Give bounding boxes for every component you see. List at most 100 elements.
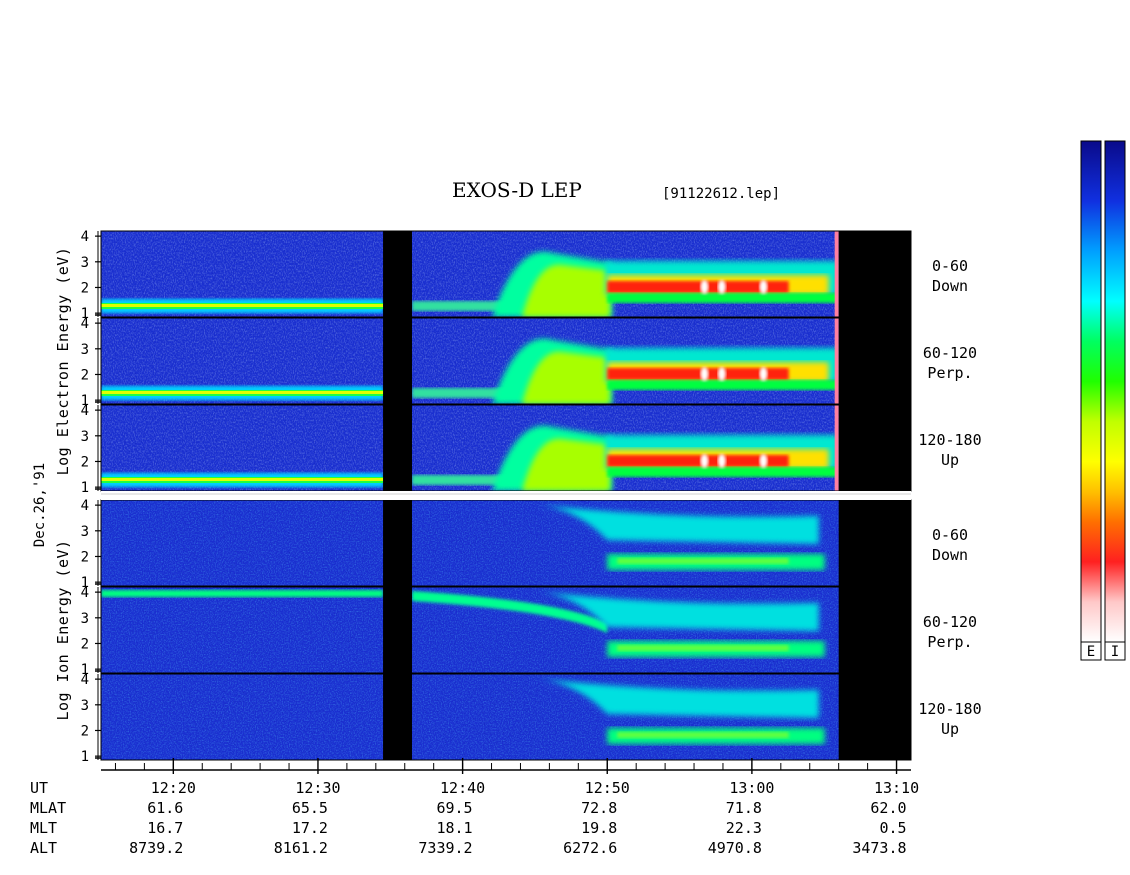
ephemeris-value: 17.2 — [292, 819, 328, 837]
ephemeris-value: 22.3 — [726, 819, 762, 837]
data-gap — [383, 500, 412, 586]
y-tick-label: 1 — [81, 480, 89, 496]
colorbar-i — [1104, 140, 1126, 643]
x-tick-label: 12:50 — [585, 779, 630, 797]
electron-panel-1 — [100, 230, 912, 318]
y-axis-label: Log Electron Energy (eV) — [54, 247, 72, 476]
ephemeris-value: 0.5 — [879, 819, 906, 837]
spectrogram-chart: 12340-60Down123460-120Perp.1234120-180Up… — [30, 140, 1126, 857]
ephemeris-value: 6272.6 — [563, 839, 617, 857]
panel-pitch-label: 60-120 — [923, 613, 977, 631]
y-tick-label: 4 — [81, 403, 89, 419]
ephemeris-value: 4970.8 — [708, 839, 762, 857]
hot-spot-2 — [717, 454, 726, 468]
y-tick-label: 3 — [81, 524, 89, 540]
y-tick-label: 2 — [81, 549, 89, 565]
panel-pitch-label: 0-60 — [932, 526, 968, 544]
edge-stripe — [834, 231, 839, 317]
hot-spot-3 — [759, 454, 768, 468]
hot-spot-1 — [700, 280, 709, 294]
ephemeris-row-label: UT — [30, 779, 48, 797]
data-gap — [383, 318, 412, 404]
y-tick-label: 3 — [81, 429, 89, 445]
ephemeris-value: 7339.2 — [418, 839, 472, 857]
panel-pitch-label: 120-180 — [918, 431, 981, 449]
x-tick-label: 13:10 — [874, 779, 919, 797]
y-tick-label: 4 — [81, 498, 89, 514]
ephemeris-row-label: MLT — [30, 819, 57, 837]
panel-direction-label: Down — [932, 546, 968, 564]
panel-direction-label: Up — [941, 451, 959, 469]
hot-spot-3 — [759, 280, 768, 294]
y-tick-label: 3 — [81, 611, 89, 627]
ion-panel-2 — [100, 586, 912, 674]
panel-direction-label: Up — [941, 720, 959, 738]
data-end-block — [838, 318, 911, 404]
ion-panel-1 — [100, 499, 912, 587]
ephemeris-value: 62.0 — [870, 799, 906, 817]
ephemeris-value: 8739.2 — [129, 839, 183, 857]
ephemeris-value: 3473.8 — [852, 839, 906, 857]
colorbar-label: I — [1111, 644, 1119, 660]
hot-spot-1 — [700, 367, 709, 381]
electron-panel-2 — [100, 317, 912, 405]
y-tick-label: 2 — [81, 723, 89, 739]
hot-spot-2 — [717, 280, 726, 294]
y-tick-label: 3 — [81, 698, 89, 714]
y-tick-label: 4 — [81, 316, 89, 332]
colorbar-e — [1080, 140, 1102, 643]
hot-spot-3 — [759, 367, 768, 381]
panel-pitch-label: 0-60 — [932, 257, 968, 275]
low-energy-band-core — [101, 478, 384, 481]
data-end-block — [838, 231, 911, 317]
low-energy-band-core — [101, 304, 384, 307]
electron-panel-3 — [100, 404, 912, 492]
sheath-band-low — [607, 467, 839, 477]
x-tick-label: 12:20 — [151, 779, 196, 797]
data-end-block — [838, 405, 911, 491]
colorbar-label: E — [1087, 644, 1095, 660]
y-tick-label: 4 — [81, 672, 89, 688]
data-gap — [383, 587, 412, 673]
y-tick-label: 1 — [81, 749, 89, 765]
y-axis-label: Log Ion Energy (eV) — [54, 539, 72, 720]
data-gap — [383, 231, 412, 317]
data-end-block — [838, 500, 911, 586]
y-tick-label: 4 — [81, 585, 89, 601]
panel-direction-label: Perp. — [927, 633, 972, 651]
panel-pitch-label: 60-120 — [923, 344, 977, 362]
ion-lower-band-core — [617, 645, 789, 651]
group-separator — [101, 491, 911, 500]
edge-stripe — [834, 318, 839, 404]
x-tick-label: 12:40 — [440, 779, 485, 797]
hot-spot-2 — [717, 367, 726, 381]
ion-lower-band-core — [617, 732, 789, 738]
y-tick-label: 2 — [81, 636, 89, 652]
panel-pitch-label: 120-180 — [918, 700, 981, 718]
ephemeris-value: 72.8 — [581, 799, 617, 817]
ephemeris-value: 8161.2 — [274, 839, 328, 857]
y-tick-label: 3 — [81, 255, 89, 271]
date-label: Dec.26,'91 — [32, 463, 48, 547]
panel-direction-label: Perp. — [927, 364, 972, 382]
low-energy-band-core — [101, 391, 384, 394]
sheath-band-low — [607, 293, 839, 303]
edge-stripe — [834, 405, 839, 491]
ephemeris-value: 18.1 — [436, 819, 472, 837]
hot-spot-1 — [700, 454, 709, 468]
x-tick-label: 13:00 — [729, 779, 774, 797]
data-gap — [383, 674, 412, 760]
ephemeris-value: 19.8 — [581, 819, 617, 837]
y-tick-label: 2 — [81, 454, 89, 470]
y-tick-label: 4 — [81, 229, 89, 245]
ion-panel-3 — [100, 673, 912, 761]
ion-lower-band-core — [617, 558, 789, 564]
y-tick-label: 2 — [81, 367, 89, 383]
y-tick-label: 3 — [81, 342, 89, 358]
high-energy-band — [101, 590, 384, 597]
data-end-block — [838, 587, 911, 673]
ephemeris-value: 61.6 — [147, 799, 183, 817]
ephemeris-value: 71.8 — [726, 799, 762, 817]
data-end-block — [838, 674, 911, 760]
ephemeris-row-label: ALT — [30, 839, 57, 857]
